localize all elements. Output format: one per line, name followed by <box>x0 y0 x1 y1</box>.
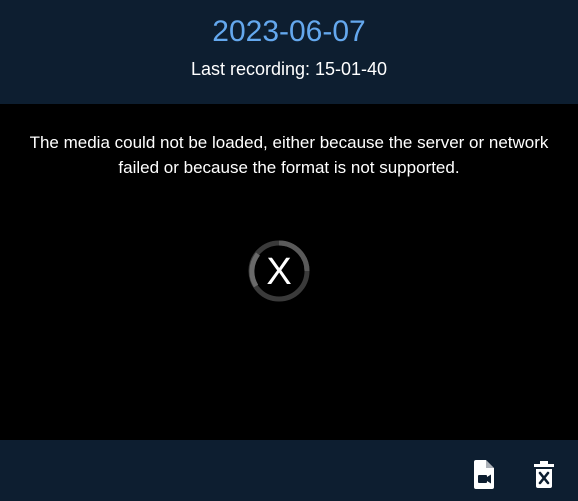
error-glyph: X <box>266 251 291 293</box>
file-video-icon <box>474 460 494 489</box>
video-player[interactable]: The media could not be loaded, either be… <box>0 104 578 440</box>
recording-dialog: 2023-06-07 Last recording: 15-01-40 The … <box>0 0 578 501</box>
delete-recording-button[interactable] <box>530 458 558 490</box>
media-error-icon: X <box>248 240 310 302</box>
media-error-message: The media could not be loaded, either be… <box>29 133 549 177</box>
download-recording-button[interactable] <box>470 458 498 490</box>
recording-date-title: 2023-06-07 <box>212 15 366 48</box>
dialog-footer <box>0 440 578 501</box>
last-recording-label: Last recording: 15-01-40 <box>190 59 388 79</box>
dialog-header: 2023-06-07 Last recording: 15-01-40 <box>0 0 578 104</box>
trash-x-icon <box>534 461 554 488</box>
